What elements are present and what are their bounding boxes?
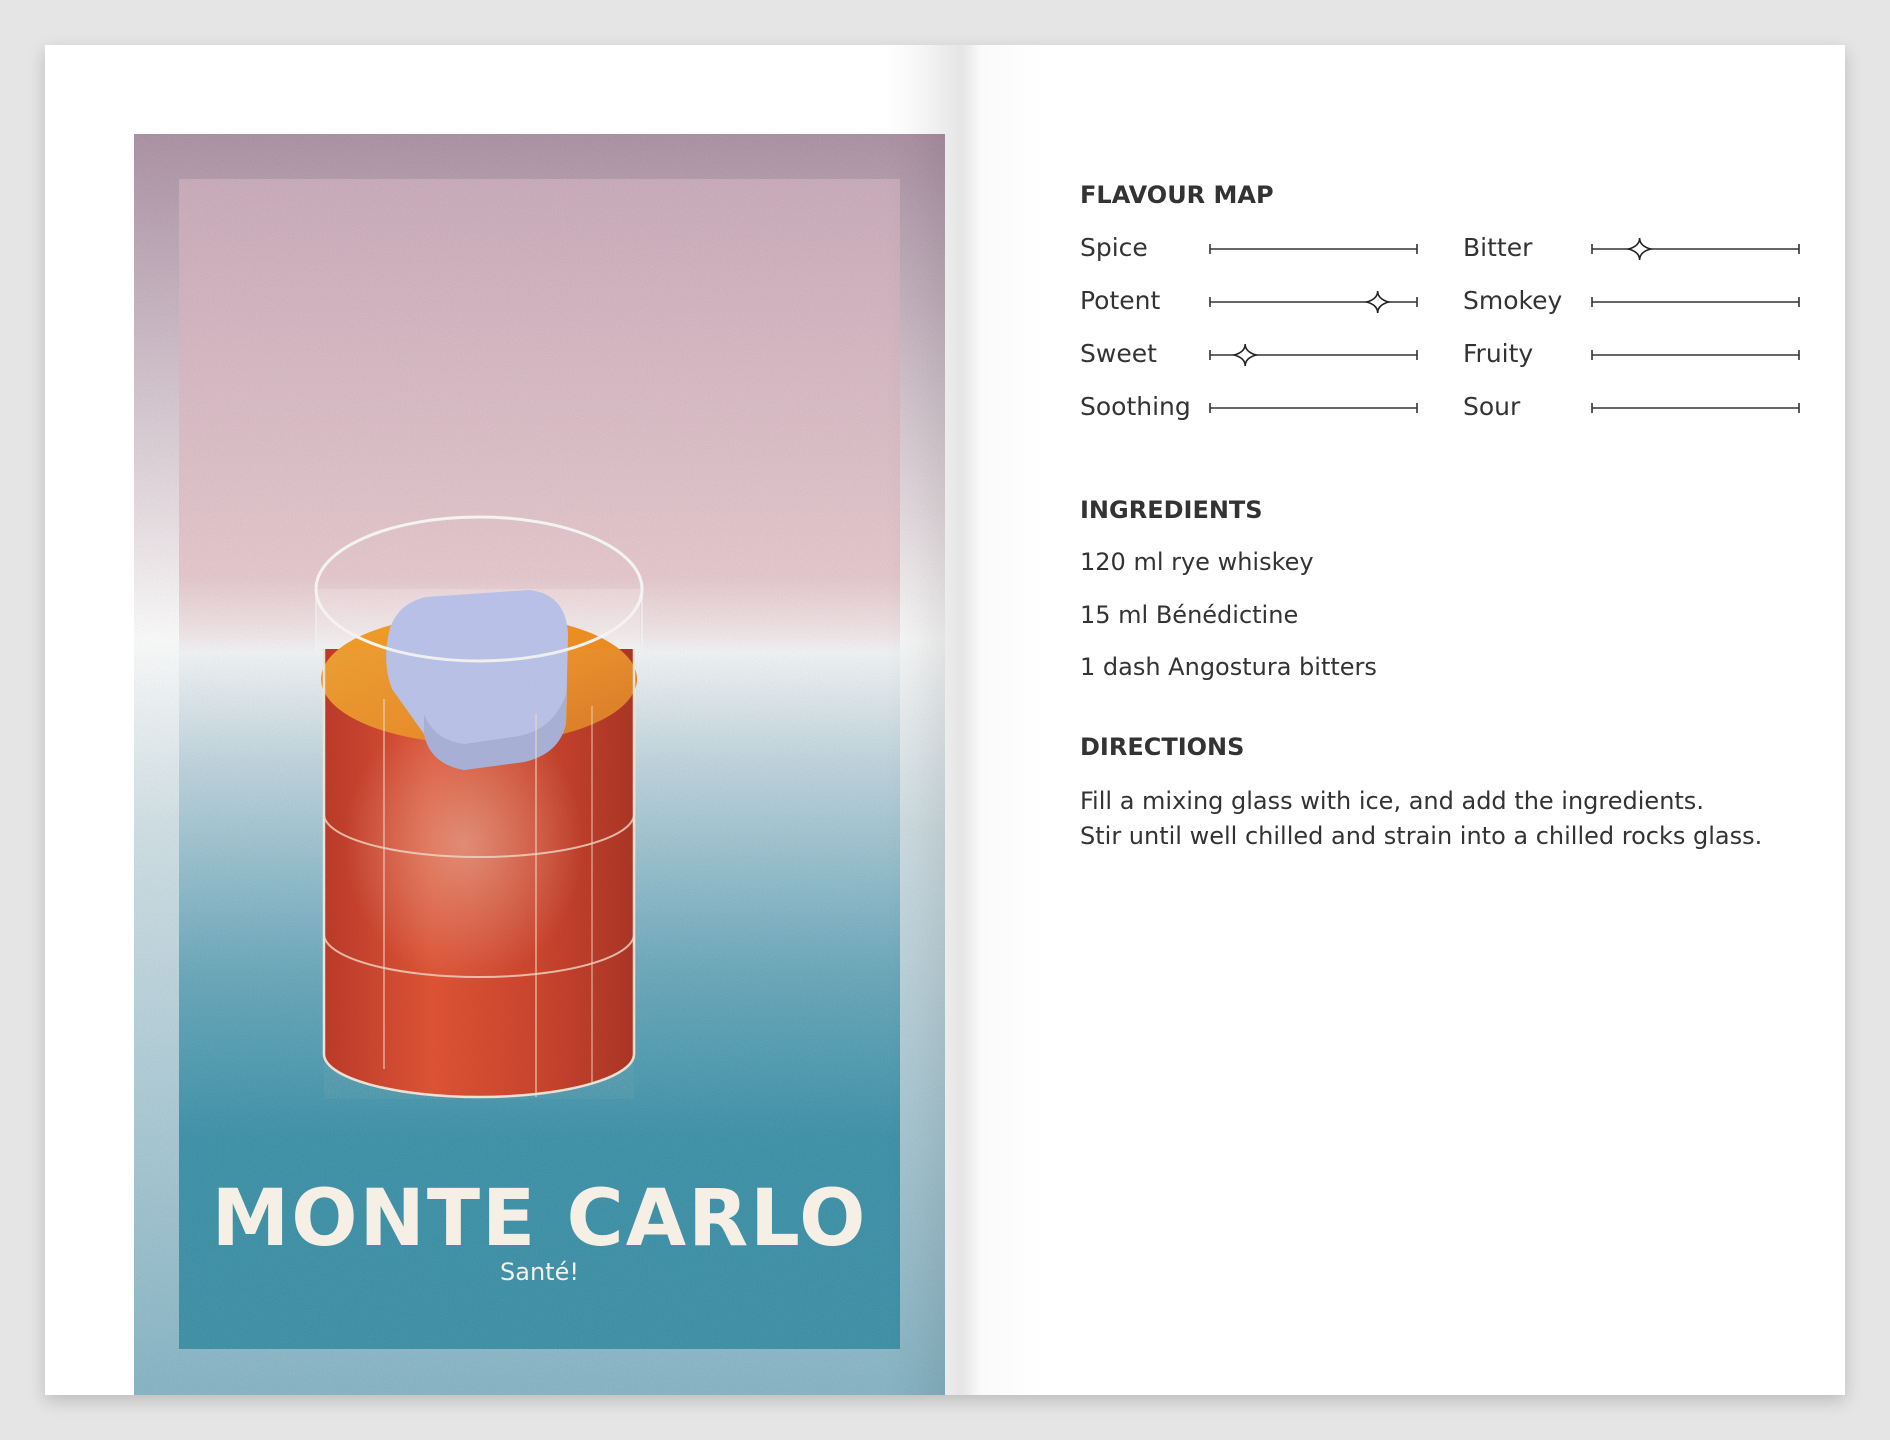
flavour-label: Smokey [1463, 286, 1563, 315]
flavour-scale [1209, 244, 1418, 254]
flavour-scale [1591, 297, 1800, 307]
flavour-scale [1591, 350, 1800, 360]
flavour-label: Sour [1463, 392, 1521, 421]
cocktail-name: MONTE CARLO [211, 1174, 868, 1264]
sparkle-icon [1363, 290, 1392, 314]
flavour-scale [1591, 237, 1800, 261]
flavour-scale [1209, 403, 1418, 413]
flavour-label: Soothing [1080, 392, 1191, 421]
ingredient-item: 15 ml Bénédictine [1080, 601, 1299, 629]
directions-line: Stir until well chilled and strain into … [1080, 822, 1763, 850]
flavour-label: Spice [1080, 233, 1148, 262]
sparkle-icon [1231, 343, 1260, 367]
ingredients-heading: INGREDIENTS [1080, 496, 1263, 524]
flavour-scale [1591, 403, 1800, 413]
open-book: MONTE CARLO Santé! FLAVOUR MAP Spice Pote… [45, 45, 1845, 1395]
ingredient-item: 1 dash Angostura bitters [1080, 653, 1377, 681]
sparkle-icon [1625, 237, 1654, 261]
flavour-label: Bitter [1463, 233, 1533, 262]
recipe-page: FLAVOUR MAP Spice Potent Sweet Soothing Bitt… [1080, 45, 1800, 1395]
cocktail-tagline: Santé! [500, 1258, 579, 1286]
cocktail-poster: MONTE CARLO Santé! [134, 134, 945, 1395]
flavour-scale [1209, 290, 1418, 314]
flavour-label: Sweet [1080, 339, 1157, 368]
directions-heading: DIRECTIONS [1080, 733, 1245, 761]
flavour-map-heading: FLAVOUR MAP [1080, 181, 1274, 209]
flavour-label: Fruity [1463, 339, 1534, 368]
ingredient-item: 120 ml rye whiskey [1080, 548, 1314, 576]
rocks-glass [314, 515, 644, 1099]
flavour-scale [1209, 343, 1418, 367]
flavour-label: Potent [1080, 286, 1161, 315]
directions-line: Fill a mixing glass with ice, and add th… [1080, 787, 1704, 815]
